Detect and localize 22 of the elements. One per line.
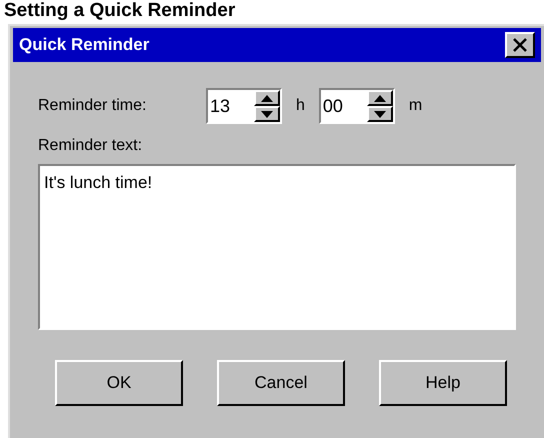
down-arrow-icon — [374, 110, 386, 118]
reminder-text-field[interactable]: It's lunch time! — [38, 164, 516, 330]
down-arrow-icon — [261, 110, 273, 118]
minutes-spinbox[interactable]: 00 — [318, 88, 395, 124]
close-button[interactable] — [505, 32, 535, 58]
hours-spinbox[interactable]: 13 — [206, 88, 282, 124]
field-label: Reminder text: — [38, 136, 144, 156]
dialog-button[interactable]: OK — [55, 360, 183, 406]
spin-down-button[interactable] — [254, 106, 280, 122]
spin-up-button[interactable] — [366, 90, 393, 106]
window-title: Quick Reminder — [19, 34, 150, 56]
unit-label: m — [408, 96, 424, 116]
spin-up-button[interactable] — [254, 90, 280, 106]
unit-label: h — [295, 96, 306, 116]
up-arrow-icon — [261, 94, 273, 102]
field-label: Reminder time: — [38, 96, 148, 116]
up-arrow-icon — [374, 94, 386, 102]
page-heading: Setting a Quick Reminder — [3, 0, 236, 23]
dialog-button[interactable]: Help — [379, 360, 507, 406]
spin-down-button[interactable] — [366, 106, 393, 122]
close-icon — [513, 38, 527, 52]
dialog-button[interactable]: Cancel — [217, 360, 345, 406]
